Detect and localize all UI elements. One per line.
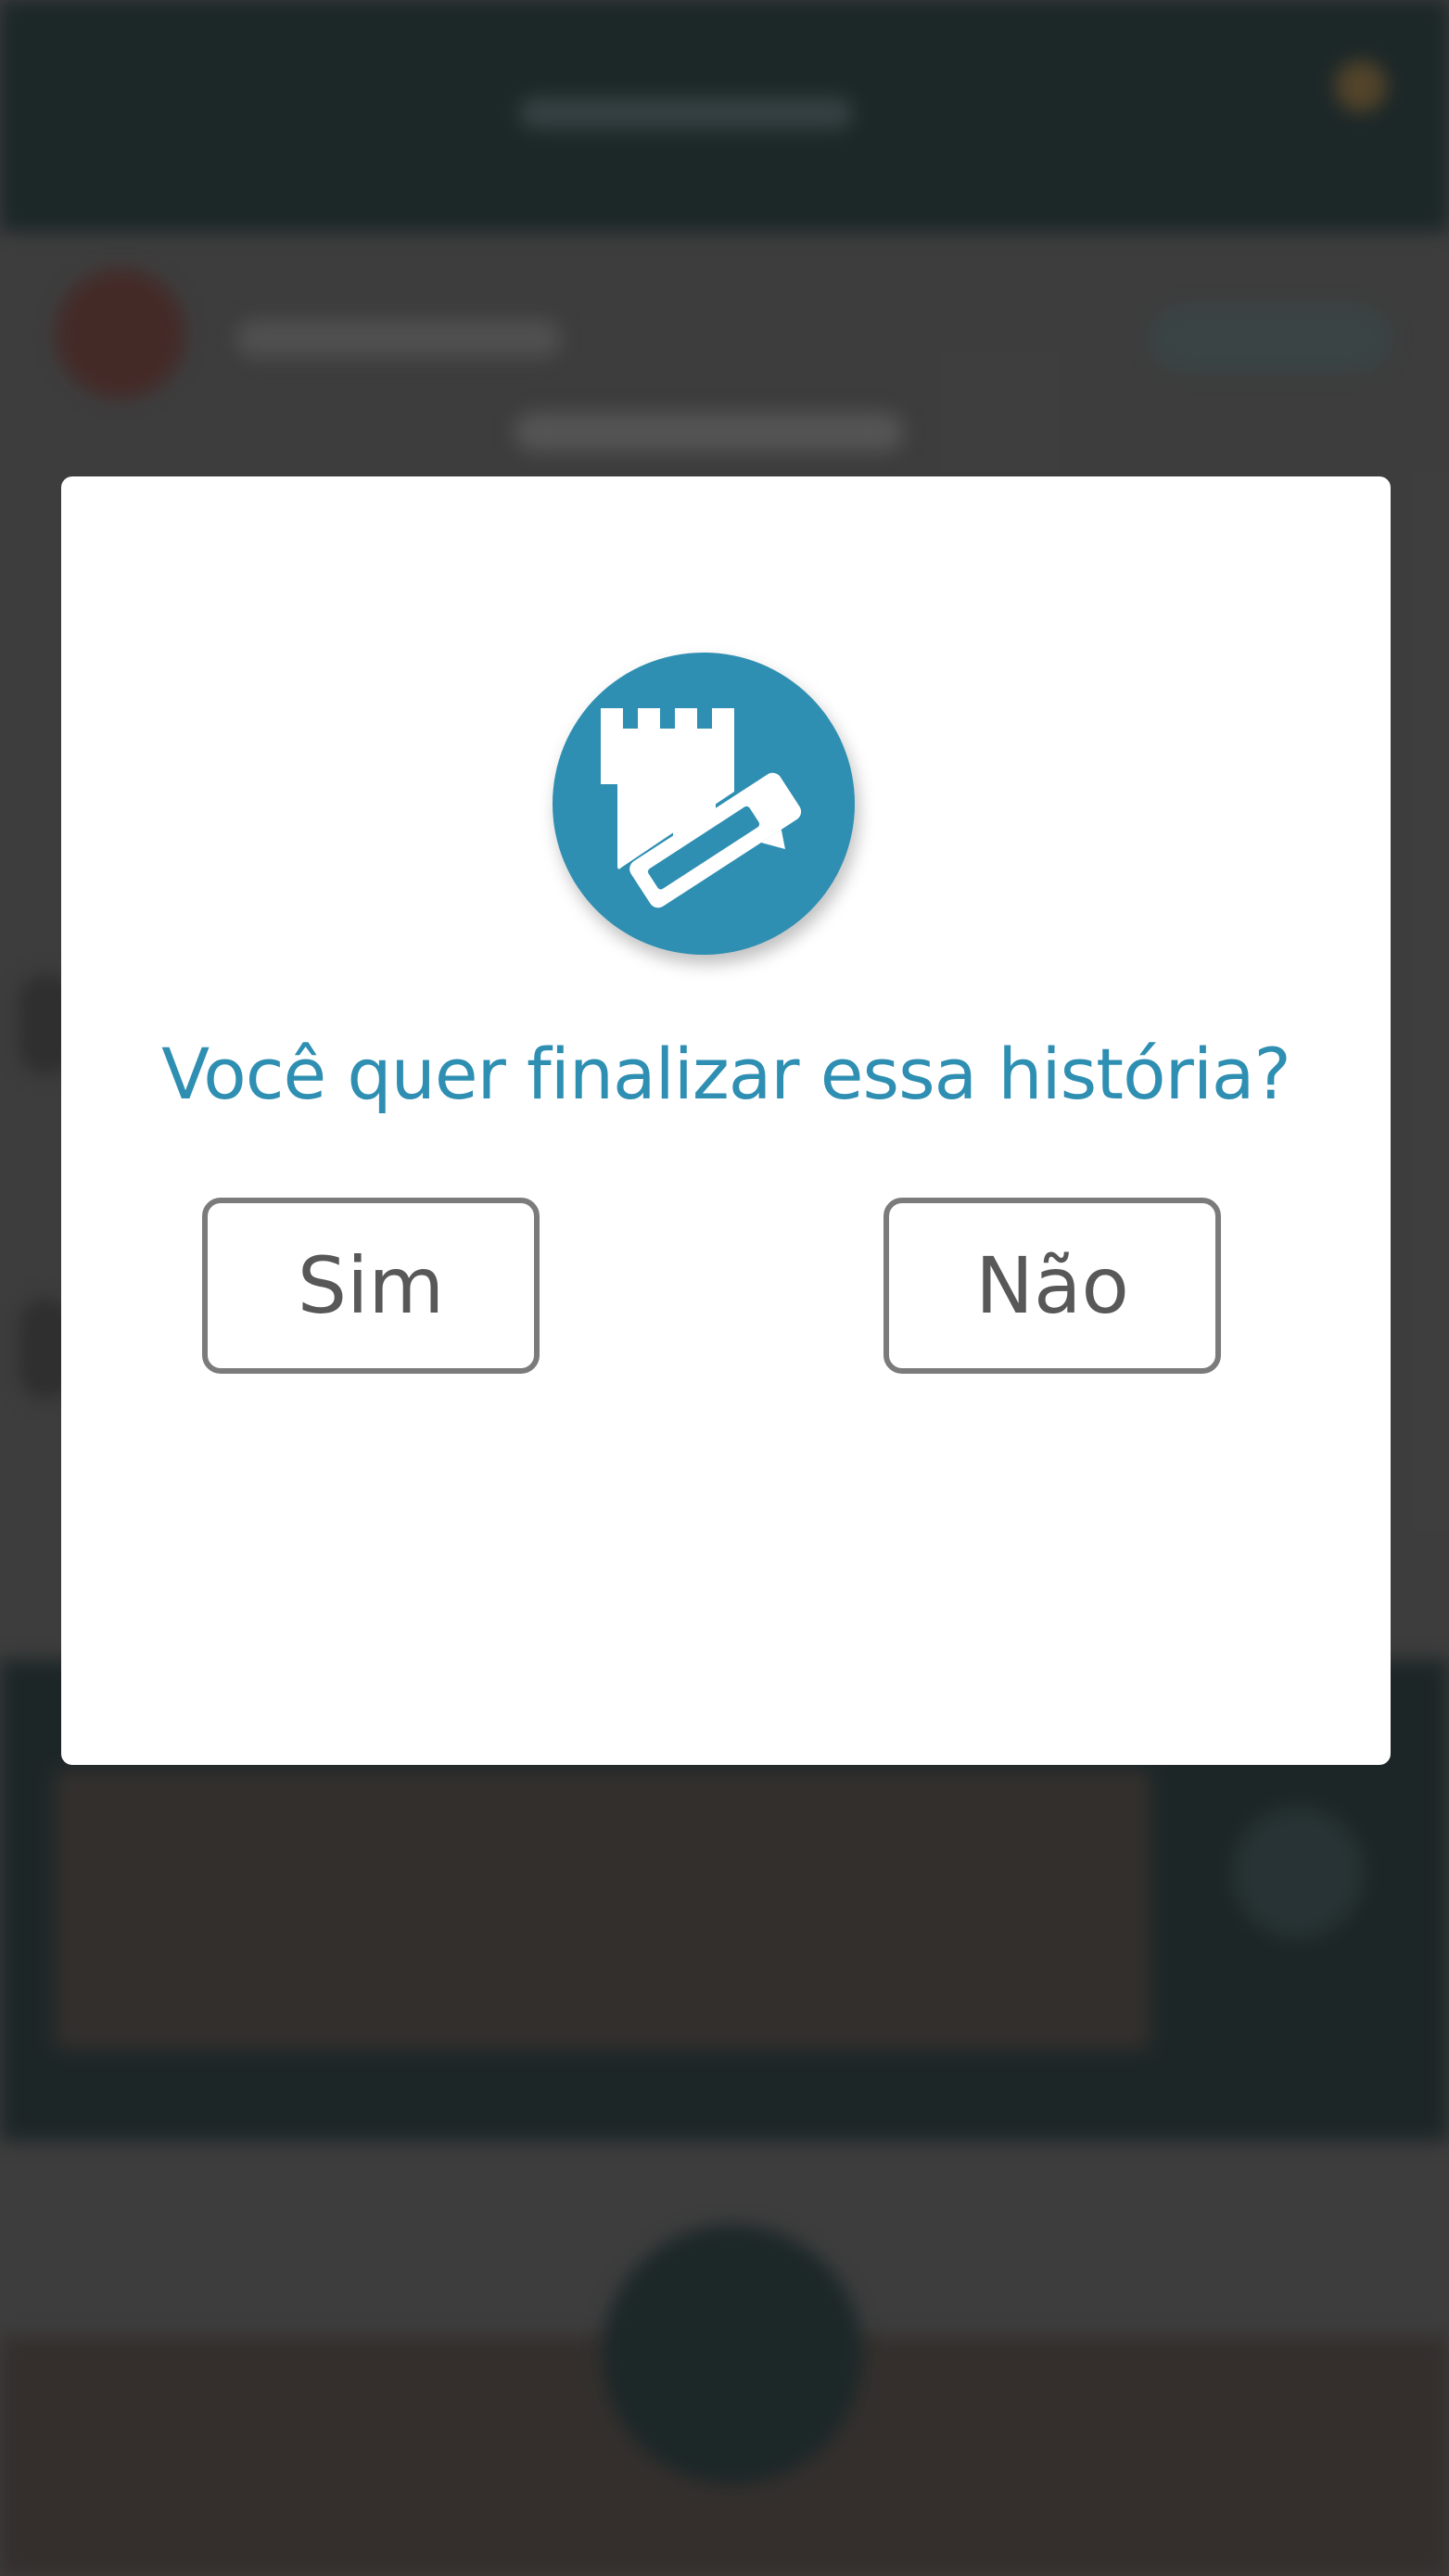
- yes-button[interactable]: Sim: [202, 1198, 540, 1374]
- dialog-question: Você quer finalizar essa história?: [161, 1033, 1291, 1115]
- app-screen: Você quer finalizar essa história? Sim N…: [0, 0, 1449, 2576]
- no-button[interactable]: Não: [883, 1198, 1221, 1374]
- castle-tower-pencil-icon: [553, 653, 855, 955]
- castle-tower-pencil-icon-graphic: [601, 708, 802, 908]
- finish-story-dialog: Você quer finalizar essa história? Sim N…: [61, 476, 1391, 1765]
